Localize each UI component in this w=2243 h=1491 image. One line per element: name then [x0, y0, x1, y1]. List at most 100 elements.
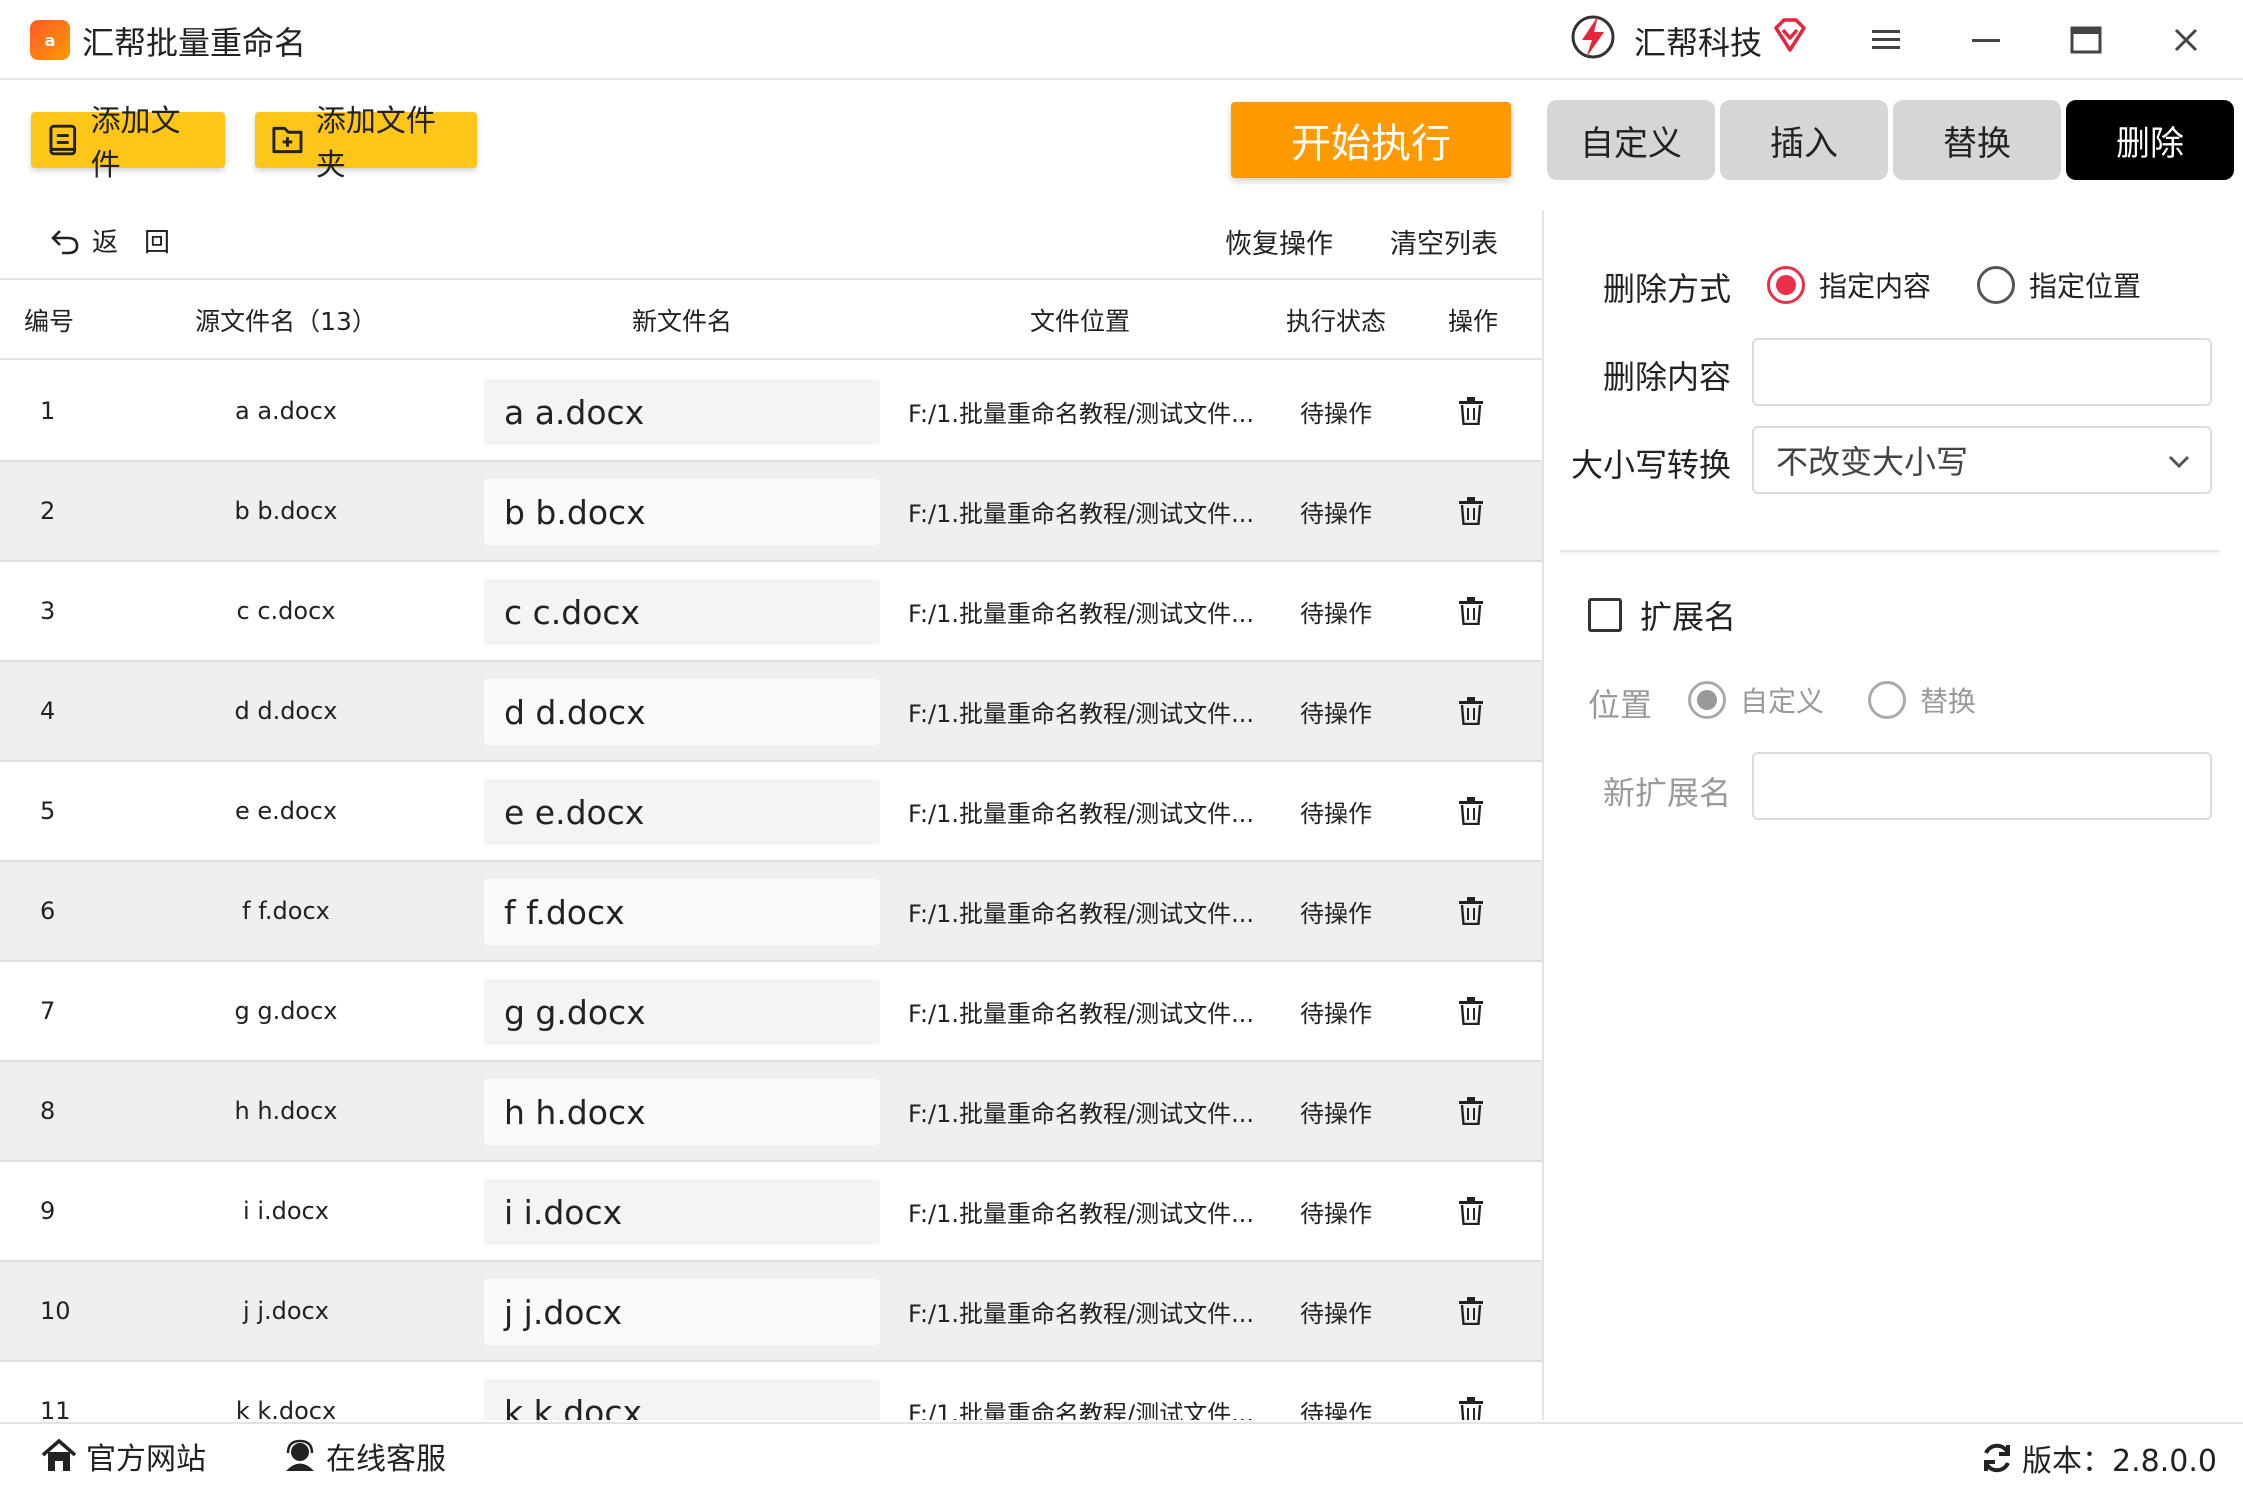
row-source-name: k k.docx	[235, 1397, 337, 1420]
radio-ext-replace[interactable]: 替换	[1868, 680, 1976, 720]
row-status: 待操作	[1300, 599, 1372, 628]
menu-button[interactable]	[1866, 20, 1906, 60]
chevron-down-icon	[2168, 455, 2190, 469]
delete-content-label: 删除内容	[1603, 358, 1732, 396]
row-status: 待操作	[1300, 1399, 1372, 1421]
row-number: 8	[40, 1097, 56, 1125]
trash-icon	[1459, 697, 1483, 725]
row-source-name: j j.docx	[243, 1297, 329, 1325]
tab-insert[interactable]: 插入	[1720, 100, 1888, 180]
table-row[interactable]: 4 d d.docx d d.docx F:/1.批量重命名教程/测试文件... 待操作	[0, 662, 1542, 762]
app-title: 汇帮批量重命名	[82, 24, 307, 62]
case-convert-value: 不改变大小写	[1776, 443, 1969, 481]
delete-content-input[interactable]	[1752, 338, 2212, 406]
table-row[interactable]: 1 a a.docx a a.docx F:/1.批量重命名教程/测试文件... 待操作	[0, 362, 1542, 462]
row-number: 11	[40, 1397, 71, 1420]
row-new-name-field[interactable]: f f.docx	[484, 879, 880, 945]
minimize-button[interactable]	[1966, 20, 2006, 60]
row-file-location: F:/1.批量重命名教程/测试文件...	[908, 599, 1254, 628]
row-new-name-field[interactable]: i i.docx	[484, 1179, 880, 1245]
extension-checkbox[interactable]: 扩展名	[1588, 592, 1736, 638]
radio-specify-content[interactable]: 指定内容	[1767, 265, 1931, 305]
tab-replace[interactable]: 替换	[1893, 100, 2061, 180]
table-row[interactable]: 11 k k.docx k k.docx F:/1.批量重命名教程/测试文件... 待操…	[0, 1362, 1542, 1420]
title-bar	[0, 0, 2243, 80]
table-row[interactable]: 6 f f.docx f f.docx F:/1.批量重命名教程/测试文件... 待操作	[0, 862, 1542, 962]
table-row[interactable]: 2 b b.docx b b.docx F:/1.批量重命名教程/测试文件... 待操作	[0, 462, 1542, 562]
row-delete-button[interactable]	[1458, 762, 1484, 860]
row-new-name-field[interactable]: e e.docx	[484, 779, 880, 845]
trash-icon	[1459, 997, 1483, 1025]
row-delete-button[interactable]	[1458, 362, 1484, 460]
trash-icon	[1459, 1097, 1483, 1125]
row-new-name-field[interactable]: a a.docx	[484, 379, 880, 445]
row-delete-button[interactable]	[1458, 962, 1484, 1060]
brand-logo-icon	[1571, 15, 1615, 59]
table-row[interactable]: 10 j j.docx j j.docx F:/1.批量重命名教程/测试文件... 待操…	[0, 1262, 1542, 1362]
maximize-icon	[2070, 26, 2102, 54]
row-delete-button[interactable]	[1458, 1162, 1484, 1260]
tab-custom[interactable]: 自定义	[1547, 100, 1715, 180]
table-row[interactable]: 3 c c.docx c c.docx F:/1.批量重命名教程/测试文件... 待操作	[0, 562, 1542, 662]
add-folder-button[interactable]: 添加文件夹	[255, 104, 477, 183]
trash-icon	[1459, 897, 1483, 925]
row-new-name-field[interactable]: c c.docx	[484, 579, 880, 645]
row-source-name: f f.docx	[242, 897, 330, 925]
table-row[interactable]: 8 h h.docx h h.docx F:/1.批量重命名教程/测试文件... 待操作	[0, 1062, 1542, 1162]
trash-icon	[1459, 597, 1483, 625]
row-number: 9	[40, 1197, 56, 1225]
online-support-link[interactable]: 在线客服	[282, 1434, 446, 1478]
radio-ext-custom[interactable]: 自定义	[1688, 680, 1824, 720]
row-new-name-field[interactable]: k k.docx	[484, 1379, 880, 1420]
row-delete-button[interactable]	[1458, 1062, 1484, 1160]
row-status: 待操作	[1300, 399, 1372, 428]
header-number: 编号	[24, 307, 75, 336]
row-source-name: i i.docx	[243, 1197, 329, 1225]
close-button[interactable]	[2166, 20, 2206, 60]
table-row[interactable]: 7 g g.docx g g.docx F:/1.批量重命名教程/测试文件... 待操作	[0, 962, 1542, 1062]
row-delete-button[interactable]	[1458, 1262, 1484, 1360]
restore-operation-link[interactable]: 恢复操作	[1225, 222, 1333, 261]
row-number: 4	[40, 697, 56, 725]
row-delete-button[interactable]	[1458, 562, 1484, 660]
table-row[interactable]: 9 i i.docx i i.docx F:/1.批量重命名教程/测试文件... 待操作	[0, 1162, 1542, 1262]
row-delete-button[interactable]	[1458, 462, 1484, 560]
file-list-icon	[49, 124, 77, 156]
row-delete-button[interactable]	[1458, 662, 1484, 760]
radio-specify-position[interactable]: 指定位置	[1977, 265, 2141, 305]
back-link[interactable]: 返回	[50, 222, 196, 259]
radio-dot	[1868, 681, 1906, 719]
row-new-name-field[interactable]: h h.docx	[484, 1079, 880, 1145]
table-row[interactable]: 5 e e.docx e e.docx F:/1.批量重命名教程/测试文件... 待操作	[0, 762, 1542, 862]
row-new-name-field[interactable]: b b.docx	[484, 479, 880, 545]
back-label: 返回	[92, 228, 197, 258]
vip-diamond-icon[interactable]	[1770, 16, 1810, 56]
maximize-button[interactable]	[2066, 20, 2106, 60]
trash-icon	[1459, 797, 1483, 825]
trash-icon	[1459, 1397, 1483, 1420]
start-execute-button[interactable]: 开始执行	[1231, 102, 1511, 178]
official-website-link[interactable]: 官方网站	[40, 1434, 206, 1478]
case-convert-select[interactable]: 不改变大小写	[1752, 426, 2212, 494]
row-status: 待操作	[1300, 799, 1372, 828]
new-extension-input[interactable]	[1752, 752, 2212, 820]
clear-list-link[interactable]: 清空列表	[1390, 222, 1498, 261]
back-arrow-icon	[51, 229, 79, 254]
header-file-location: 文件位置	[1029, 307, 1130, 336]
row-new-name-field[interactable]: g g.docx	[484, 979, 880, 1045]
file-table: 编号 源文件名（13） 新文件名 文件位置 执行状态 操作 1 a a.docx a…	[0, 278, 1542, 1420]
row-file-location: F:/1.批量重命名教程/测试文件...	[908, 1199, 1254, 1228]
row-file-location: F:/1.批量重命名教程/测试文件...	[908, 899, 1254, 928]
header-new-name: 新文件名	[631, 307, 732, 336]
row-new-name-field[interactable]: j j.docx	[484, 1279, 880, 1345]
row-new-name-field[interactable]: d d.docx	[484, 679, 880, 745]
row-delete-button[interactable]	[1458, 1362, 1484, 1420]
version-label: 版本：2.8.0.0	[2022, 1444, 2217, 1479]
row-file-location: F:/1.批量重命名教程/测试文件...	[908, 1399, 1254, 1421]
row-delete-button[interactable]	[1458, 862, 1484, 960]
tab-delete[interactable]: 删除	[2066, 100, 2234, 180]
add-file-button[interactable]: 添加文件	[31, 104, 225, 183]
radio-dot	[1688, 681, 1726, 719]
row-file-location: F:/1.批量重命名教程/测试文件...	[908, 399, 1254, 428]
online-support-label: 在线客服	[326, 1442, 446, 1477]
